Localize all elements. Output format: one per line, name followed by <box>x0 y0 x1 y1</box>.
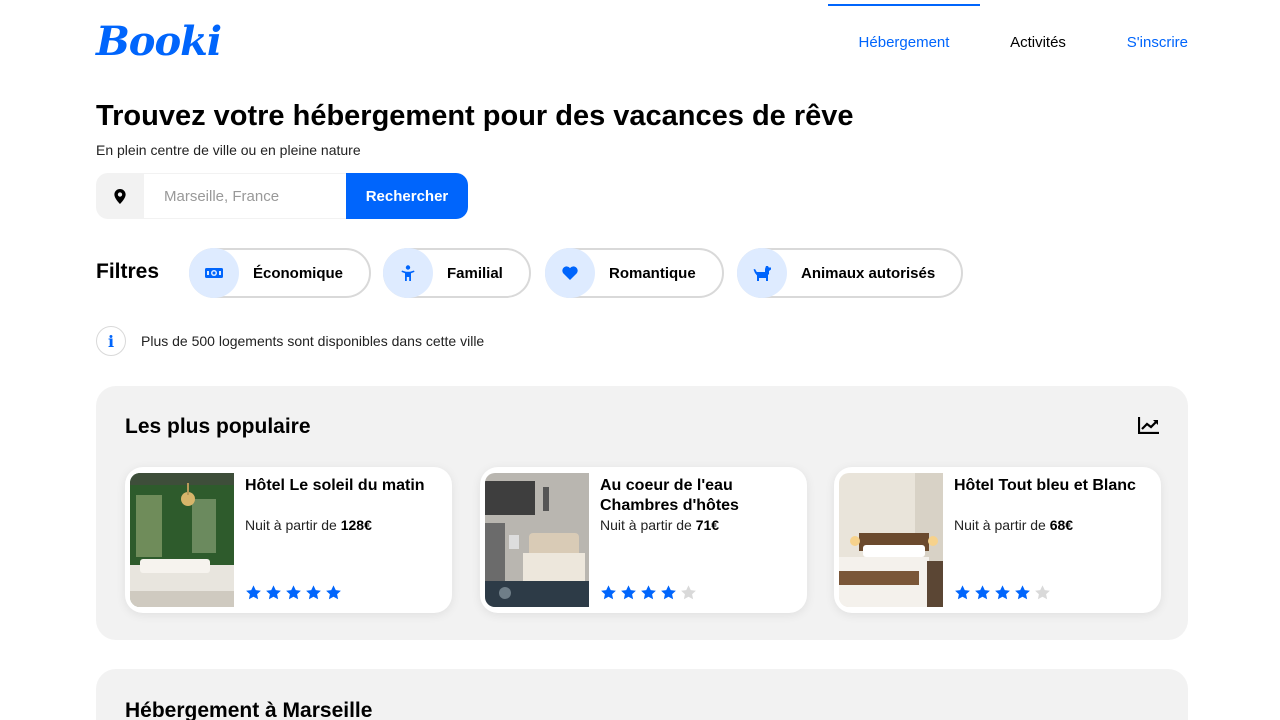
search-button[interactable]: Rechercher <box>346 173 468 219</box>
booki-logo[interactable]: Booki <box>96 18 222 65</box>
filter-economique[interactable]: Économique <box>189 248 372 298</box>
star-filled-icon <box>641 585 656 600</box>
site-header: Booki Hébergement Activités S'inscrire <box>0 0 1280 90</box>
trend-chart-icon <box>1137 416 1160 439</box>
hotel-photo <box>485 473 589 607</box>
main-nav: Hébergement Activités S'inscrire <box>828 0 1188 84</box>
hotel-name: Hôtel Tout bleu et Blanc <box>954 477 1136 494</box>
filters-label: Filtres <box>96 260 160 283</box>
filter-familial[interactable]: Familial <box>383 248 531 298</box>
hotel-card[interactable]: Hôtel Le soleil du matin Nuit à partir d… <box>125 467 452 613</box>
hotel-name: Au coeur de l'eau Chambres d'hôtes <box>600 477 739 514</box>
star-filled-icon <box>286 585 301 600</box>
accommodation-title: Hébergement à Marseille <box>125 699 373 720</box>
popular-section: Les plus populaire Hôtel Le soleil du ma… <box>96 386 1188 640</box>
filter-label: Économique <box>253 264 344 282</box>
rating-stars <box>954 584 1051 601</box>
filter-label: Animaux autorisés <box>801 264 936 282</box>
hotel-name: Hôtel Le soleil du matin <box>245 477 425 494</box>
nav-hebergement[interactable]: Hébergement <box>828 0 980 84</box>
nav-activites[interactable]: Activités <box>980 0 1096 84</box>
hotel-card[interactable]: Hôtel Tout bleu et Blanc Nuit à partir d… <box>834 467 1161 613</box>
hotel-photo <box>130 473 234 607</box>
search-bar: Rechercher <box>96 173 468 219</box>
star-filled-icon <box>995 585 1010 600</box>
money-icon <box>189 248 239 298</box>
search-input[interactable] <box>144 173 346 219</box>
star-filled-icon <box>621 585 636 600</box>
info-text: Plus de 500 logements sont disponibles d… <box>141 333 485 349</box>
heart-icon <box>545 248 595 298</box>
star-filled-icon <box>601 585 616 600</box>
page-subtitle: En plein centre de ville ou en pleine na… <box>96 142 361 158</box>
location-pin-icon <box>96 173 144 219</box>
star-filled-icon <box>661 585 676 600</box>
child-icon <box>383 248 433 298</box>
star-filled-icon <box>306 585 321 600</box>
nav-signup[interactable]: S'inscrire <box>1096 0 1188 84</box>
rating-stars <box>245 584 342 601</box>
star-filled-icon <box>266 585 281 600</box>
star-empty-icon <box>1035 585 1050 600</box>
star-filled-icon <box>246 585 261 600</box>
star-filled-icon <box>1015 585 1030 600</box>
star-filled-icon <box>326 585 341 600</box>
hotel-photo <box>839 473 943 607</box>
filter-animaux[interactable]: Animaux autorisés <box>737 248 964 298</box>
filter-label: Familial <box>447 264 503 282</box>
hotel-price: Nuit à partir de 68€ <box>954 517 1074 533</box>
hotel-card[interactable]: Au coeur de l'eau Chambres d'hôtes Nuit … <box>480 467 807 613</box>
filter-romantique[interactable]: Romantique <box>545 248 724 298</box>
rating-stars <box>600 584 697 601</box>
popular-title: Les plus populaire <box>125 415 311 438</box>
star-empty-icon <box>681 585 696 600</box>
hotel-price: Nuit à partir de 128€ <box>245 517 372 533</box>
info-icon: i <box>96 326 126 356</box>
dog-icon <box>737 248 787 298</box>
accommodation-section: Hébergement à Marseille <box>96 669 1188 720</box>
star-filled-icon <box>975 585 990 600</box>
page-title: Trouvez votre hébergement pour des vacan… <box>96 100 854 132</box>
star-filled-icon <box>955 585 970 600</box>
filter-label: Romantique <box>609 264 696 282</box>
info-banner: i Plus de 500 logements sont disponibles… <box>96 326 484 356</box>
hotel-price: Nuit à partir de 71€ <box>600 517 720 533</box>
